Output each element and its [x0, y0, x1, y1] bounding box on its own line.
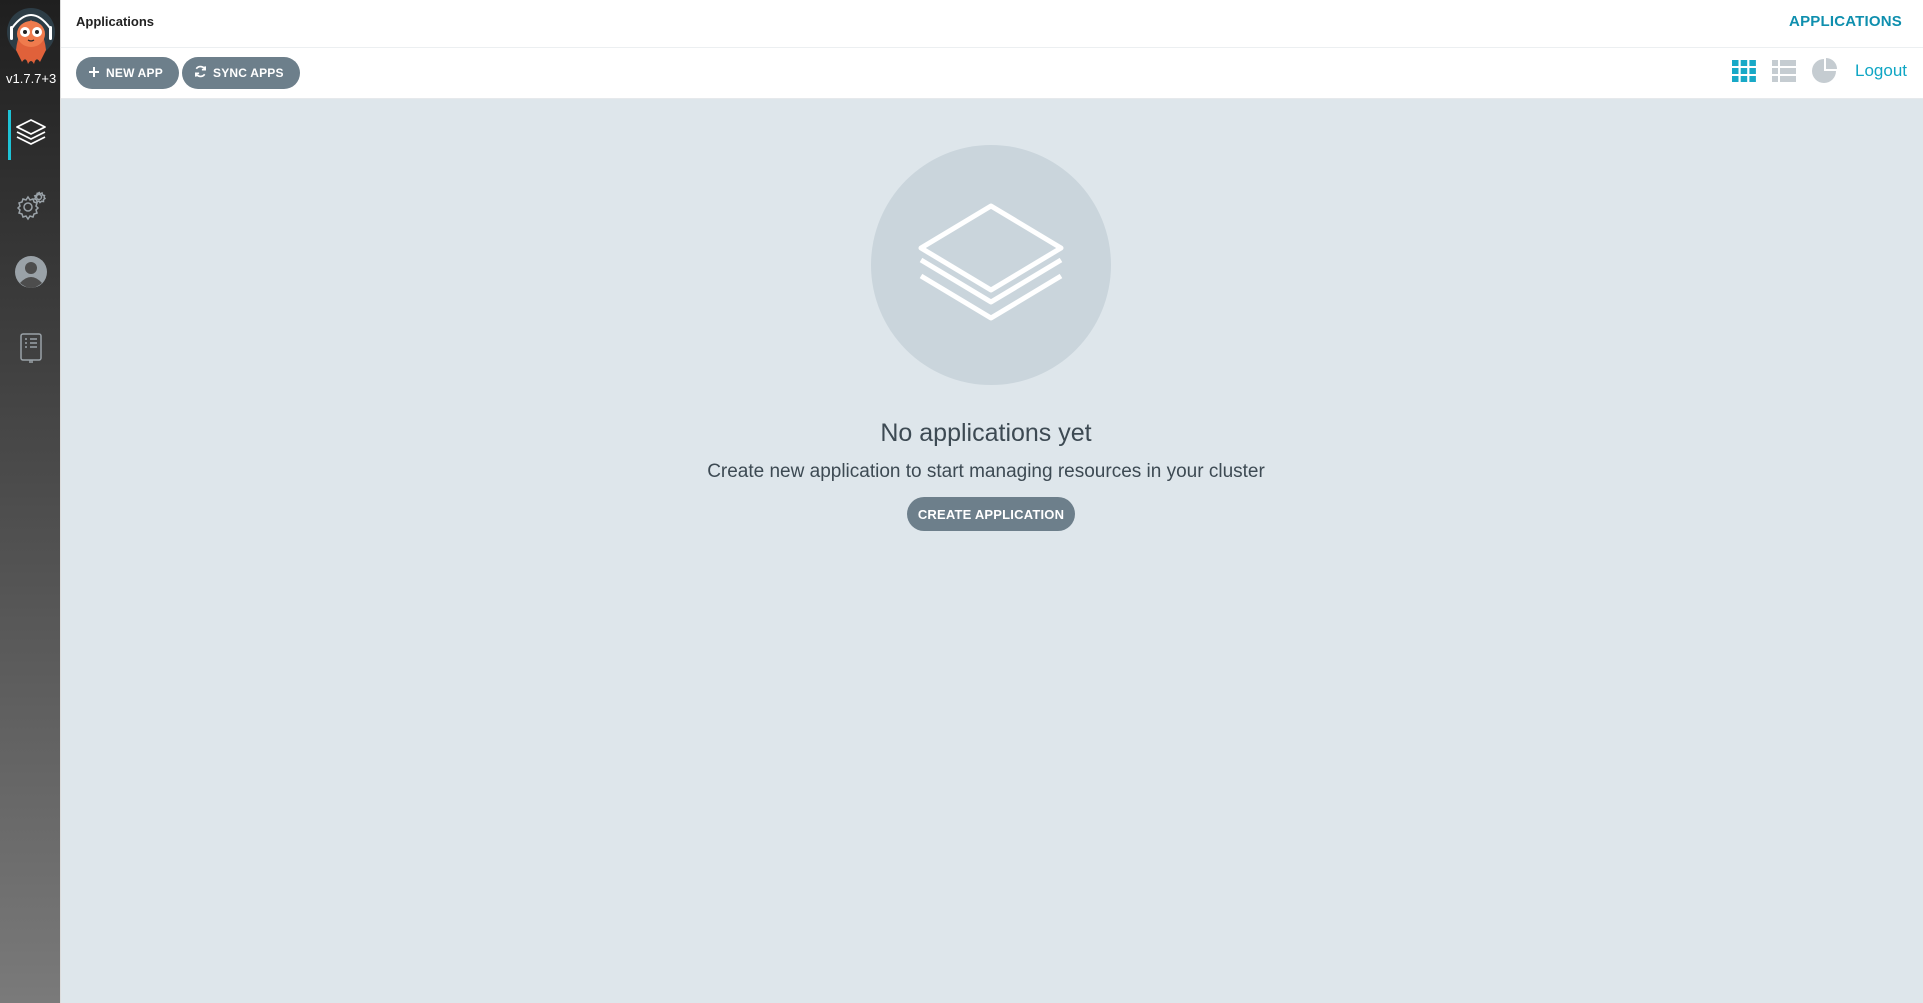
sidebar-item-user-info[interactable] [0, 249, 61, 299]
create-application-button[interactable]: CREATE APPLICATION [907, 497, 1075, 531]
list-view-icon[interactable] [1771, 58, 1797, 84]
page-title: Applications [76, 14, 155, 29]
empty-state-subtitle: Create new application to start managing… [707, 461, 1265, 482]
view-switcher: Logout [1731, 58, 1907, 84]
empty-state-illustration [871, 145, 1111, 385]
summary-view-icon[interactable] [1811, 58, 1837, 84]
sync-apps-label: SYNC APPS [213, 66, 284, 80]
user-icon [14, 255, 48, 294]
layers-icon [916, 188, 1066, 343]
main-content: No applications yet Create new applicati… [61, 99, 1923, 1003]
section-title: APPLICATIONS [1789, 13, 1902, 30]
logout-link[interactable]: Logout [1855, 61, 1907, 81]
sidebar: v1.7.7+3 [0, 0, 61, 1003]
tiles-view-icon[interactable] [1731, 58, 1757, 84]
gear-icon [15, 189, 47, 226]
sidebar-item-applications[interactable] [0, 110, 61, 160]
plus-icon [88, 66, 100, 81]
argo-logo[interactable] [6, 6, 56, 68]
refresh-icon [194, 65, 207, 81]
new-app-button[interactable]: NEW APP [76, 57, 179, 89]
book-icon [18, 332, 44, 369]
new-app-label: NEW APP [106, 66, 163, 80]
empty-state-title: No applications yet [880, 419, 1092, 447]
toolbar: NEW APP SYNC APPS Logout [61, 48, 1923, 99]
version-label: v1.7.7+3 [6, 71, 57, 86]
sync-apps-button[interactable]: SYNC APPS [182, 57, 300, 89]
layers-icon [14, 116, 48, 155]
sidebar-item-settings[interactable] [0, 182, 61, 232]
top-header: Applications APPLICATIONS [61, 0, 1923, 48]
sidebar-item-docs[interactable] [0, 325, 61, 375]
